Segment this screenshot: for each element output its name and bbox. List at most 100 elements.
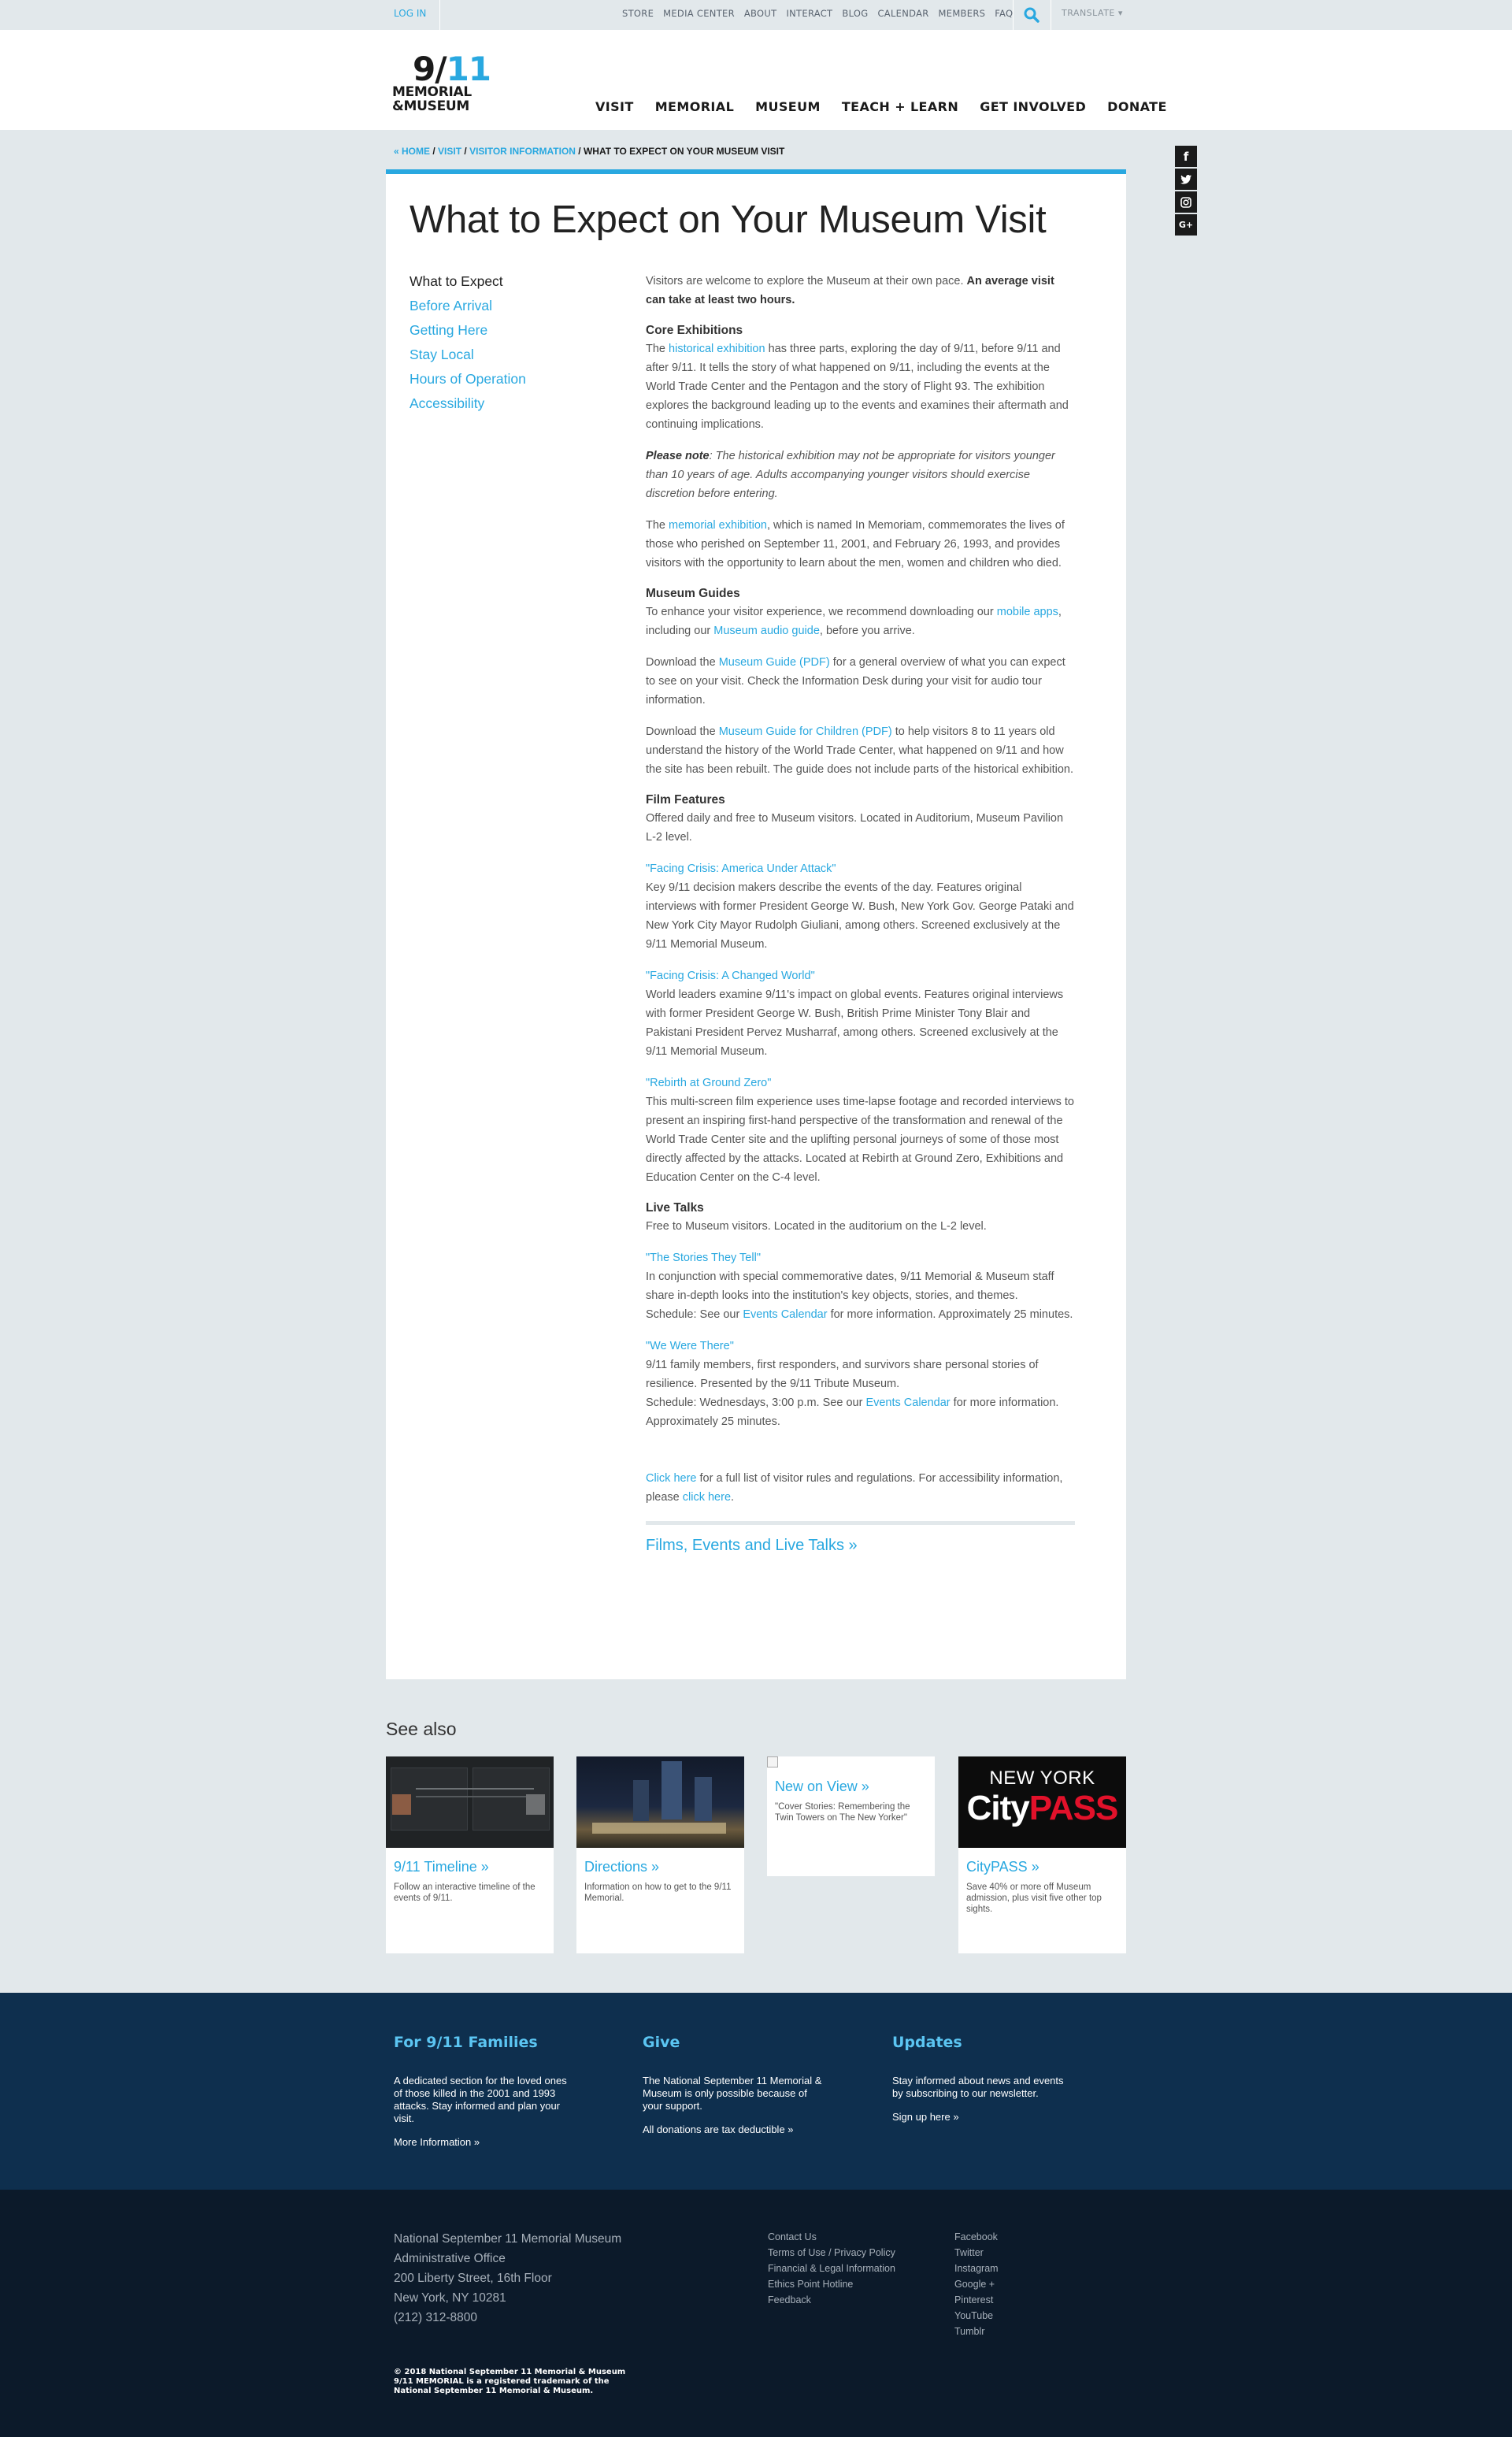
utility-link-faq[interactable]: FAQ [995, 8, 1013, 19]
search-button[interactable] [1013, 0, 1051, 30]
utility-link-media-center[interactable]: MEDIA CENTER [663, 8, 735, 19]
footer-link-ethics[interactable]: Ethics Point Hotline [768, 2276, 895, 2292]
sidenav-item-stay-local[interactable]: Stay Local [410, 343, 526, 367]
nav-get-involved[interactable]: GET INVOLVED [980, 99, 1086, 114]
utility-link-about[interactable]: ABOUT [744, 8, 777, 19]
nav-memorial[interactable]: MEMORIAL [655, 99, 734, 114]
films-events-talks-link[interactable]: Films, Events and Live Talks » [646, 1537, 858, 1554]
events-calendar-link[interactable]: Events Calendar [865, 1397, 950, 1409]
sidenav-item-what-to-expect[interactable]: What to Expect [410, 269, 526, 294]
promo-text: The National September 11 Memorial & Mus… [643, 2075, 822, 2112]
visitor-rules-link[interactable]: Click here [646, 1472, 696, 1485]
film-item: "Facing Crisis: America Under Attack" Key… [646, 862, 1074, 951]
utility-link-store[interactable]: STORE [622, 8, 654, 19]
site-footer: National September 11 Memorial Museum Ad… [0, 2190, 1512, 2437]
tile-title[interactable]: Directions » [576, 1848, 744, 1875]
audio-guide-link[interactable]: Museum audio guide [713, 625, 820, 637]
address-line: National September 11 Memorial Museum [394, 2232, 622, 2246]
utility-link-calendar[interactable]: CALENDAR [877, 8, 928, 19]
sidenav-item-getting-here[interactable]: Getting Here [410, 318, 526, 343]
historical-exhibition-link[interactable]: historical exhibition [669, 343, 765, 355]
footer-address: National September 11 Memorial Museum Ad… [394, 2229, 621, 2328]
sidenav-item-before-arrival[interactable]: Before Arrival [410, 294, 526, 318]
directions-thumbnail [576, 1756, 744, 1848]
footer-link-instagram[interactable]: Instagram [954, 2261, 999, 2276]
memorial-exhibition-link[interactable]: memorial exhibition [669, 519, 767, 532]
film-title-link[interactable]: "Rebirth at Ground Zero" [646, 1077, 771, 1089]
footer-link-tumblr[interactable]: Tumblr [954, 2324, 999, 2339]
film-item: "Facing Crisis: A Changed World" World le… [646, 970, 1064, 1058]
tile-description: Information on how to get to the 9/11 Me… [584, 1882, 732, 1903]
film-features-paragraph: Offered daily and free to Museum visitor… [646, 812, 1064, 844]
nav-donate[interactable]: DONATE [1107, 99, 1167, 114]
film-features-heading: Film Features [646, 793, 725, 807]
see-also-tile-citypass[interactable]: NEW YORK CityPASS CityPASS » Save 40% or… [958, 1756, 1126, 1953]
film-title-link[interactable]: "Facing Crisis: A Changed World" [646, 970, 815, 982]
events-calendar-link[interactable]: Events Calendar [743, 1308, 827, 1321]
footer-link-financial[interactable]: Financial & Legal Information [768, 2261, 895, 2276]
twitter-icon[interactable] [1175, 169, 1197, 190]
citypass-logo-top: NEW YORK [989, 1767, 1095, 1789]
divider [439, 0, 440, 30]
see-also-heading: See also [386, 1719, 457, 1739]
children-guide-pdf-link[interactable]: Museum Guide for Children (PDF) [719, 725, 892, 738]
museum-guide-pdf-link[interactable]: Museum Guide (PDF) [719, 656, 830, 669]
mobile-apps-link[interactable]: mobile apps [997, 606, 1058, 618]
sidenav-item-hours-of-operation[interactable]: Hours of Operation [410, 367, 526, 391]
see-also-tile-new-on-view[interactable]: New on View » "Cover Stories: Rememberin… [767, 1756, 935, 1876]
main-content-card: What to Expect on Your Museum Visit What… [386, 169, 1126, 1679]
museum-guides-heading: Museum Guides [646, 587, 740, 600]
breadcrumb-current: WHAT TO EXPECT ON YOUR MUSEUM VISIT [583, 146, 785, 157]
talk-item: "We Were There" 9/11 family members, firs… [646, 1340, 1059, 1428]
promo-give: Give The National September 11 Memorial … [643, 2034, 824, 2147]
nav-visit[interactable]: VISIT [595, 99, 634, 114]
breadcrumb-visit[interactable]: VISIT [438, 146, 461, 157]
breadcrumb-visitor-information[interactable]: VISITOR INFORMATION [469, 146, 576, 157]
tile-title[interactable]: New on View » [767, 1756, 935, 1795]
breadcrumb-home[interactable]: « HOME [394, 146, 430, 157]
utility-link-blog[interactable]: BLOG [842, 8, 868, 19]
promo-link[interactable]: More Information » [394, 2136, 575, 2149]
core-exhibitions-paragraph: The historical exhibition has three part… [646, 343, 1069, 431]
nav-teach-learn[interactable]: TEACH + LEARN [842, 99, 958, 114]
footer-link-pinterest[interactable]: Pinterest [954, 2292, 999, 2308]
promo-link[interactable]: All donations are tax deductible » [643, 2124, 824, 2136]
see-also-tile-timeline[interactable]: 9/11 Timeline » Follow an interactive ti… [386, 1756, 554, 1953]
login-link[interactable]: LOG IN [394, 8, 426, 19]
footer-link-contact[interactable]: Contact Us [768, 2229, 895, 2245]
promo-updates: Updates Stay informed about news and eve… [892, 2034, 1073, 2135]
tile-title[interactable]: 9/11 Timeline » [386, 1848, 554, 1875]
facebook-icon[interactable]: f [1175, 146, 1197, 167]
talk-title-link[interactable]: "We Were There" [646, 1340, 734, 1352]
see-also-tile-directions[interactable]: Directions » Information on how to get t… [576, 1756, 744, 1953]
site-logo[interactable]: 9/11 MEMORIAL &MUSEUM [392, 50, 491, 118]
footer-link-twitter[interactable]: Twitter [954, 2245, 999, 2261]
footer-link-youtube[interactable]: YouTube [954, 2308, 999, 2324]
sidenav-item-accessibility[interactable]: Accessibility [410, 391, 526, 416]
film-title-link[interactable]: "Facing Crisis: America Under Attack" [646, 862, 836, 875]
footer-link-facebook[interactable]: Facebook [954, 2229, 999, 2245]
tile-description: "Cover Stories: Remembering the Twin Tow… [775, 1802, 910, 1823]
talk-title-link[interactable]: "The Stories They Tell" [646, 1252, 761, 1264]
logo-number: 9/11 [413, 50, 491, 88]
footer-link-google-plus[interactable]: Google + [954, 2276, 999, 2292]
footer-link-feedback[interactable]: Feedback [768, 2292, 895, 2308]
film-item: "Rebirth at Ground Zero" This multi-scree… [646, 1077, 1074, 1184]
live-talks-paragraph: Free to Museum visitors. Located in the … [646, 1220, 987, 1233]
footer-link-terms[interactable]: Terms of Use / Privacy Policy [768, 2245, 895, 2261]
promo-title: Give [643, 2034, 680, 2051]
memorial-exhibition-paragraph: The memorial exhibition, which is named … [646, 519, 1065, 569]
nav-museum[interactable]: MUSEUM [755, 99, 821, 114]
divider [646, 1521, 1075, 1525]
instagram-icon[interactable] [1175, 191, 1197, 213]
promo-link[interactable]: Sign up here » [892, 2111, 1073, 2124]
utility-link-interact[interactable]: INTERACT [786, 8, 832, 19]
translate-dropdown[interactable]: TRANSLATE ▾ [1062, 8, 1123, 18]
citypass-thumbnail: NEW YORK CityPASS [958, 1756, 1126, 1848]
accessibility-link[interactable]: click here [683, 1491, 731, 1504]
google-plus-icon[interactable]: G+ [1175, 214, 1197, 236]
tile-description: Follow an interactive timeline of the ev… [394, 1882, 536, 1903]
tile-title[interactable]: CityPASS » [958, 1848, 1126, 1875]
address-line: Administrative Office [394, 2252, 506, 2265]
utility-link-members[interactable]: MEMBERS [939, 8, 986, 19]
